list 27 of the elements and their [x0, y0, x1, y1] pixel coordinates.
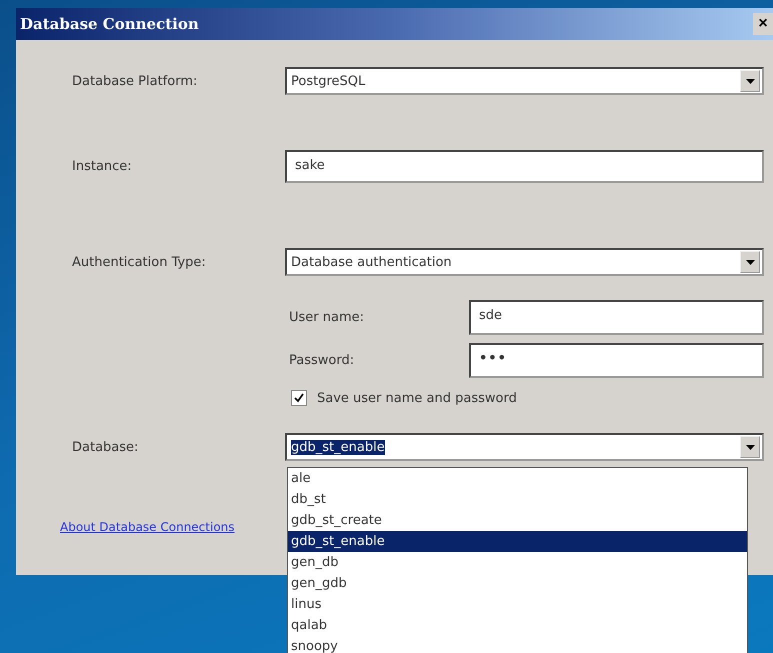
field-label: Database Platform: [72, 74, 198, 88]
field-label: Instance: [72, 159, 133, 174]
instance-field[interactable]: sake [285, 150, 764, 183]
authentication-dropdown[interactable]: Database authentication [285, 248, 764, 276]
dropdown-option[interactable]: snoopy [288, 636, 747, 653]
dropdown-option[interactable]: qalab [288, 615, 747, 636]
dropdown-option[interactable]: db_st [288, 489, 747, 510]
dropdown-option[interactable]: gen_gdb [288, 573, 747, 594]
field-label: Authentication Type: [72, 254, 207, 270]
checkbox-label: Save user name and password [317, 390, 517, 406]
user-name-field[interactable]: sde [469, 300, 764, 335]
save-checkbox[interactable] [291, 390, 307, 406]
window-title: Database Connection [20, 15, 199, 33]
dropdown-option[interactable]: gen_db [288, 552, 747, 573]
dropdown-option[interactable]: ale [288, 468, 747, 489]
password-field[interactable]: ••• [469, 343, 764, 378]
dropdown-option[interactable]: gdb_st_create [288, 510, 747, 531]
field-label: Database: [72, 440, 140, 454]
help-link[interactable]: About Database Connections [60, 520, 235, 534]
close-button[interactable]: × [753, 13, 773, 35]
dropdown-option[interactable]: gdb_st_enable [288, 531, 747, 552]
field-label: Password: [288, 353, 356, 368]
database-dropdown[interactable]: gdb_st_enable [285, 433, 764, 461]
field-label: User name: [288, 310, 366, 325]
selected-value: gdb_st_enable [291, 440, 385, 454]
platform-dropdown[interactable]: PostgreSQL [285, 67, 764, 95]
dropdown-option[interactable]: linus [288, 594, 747, 615]
